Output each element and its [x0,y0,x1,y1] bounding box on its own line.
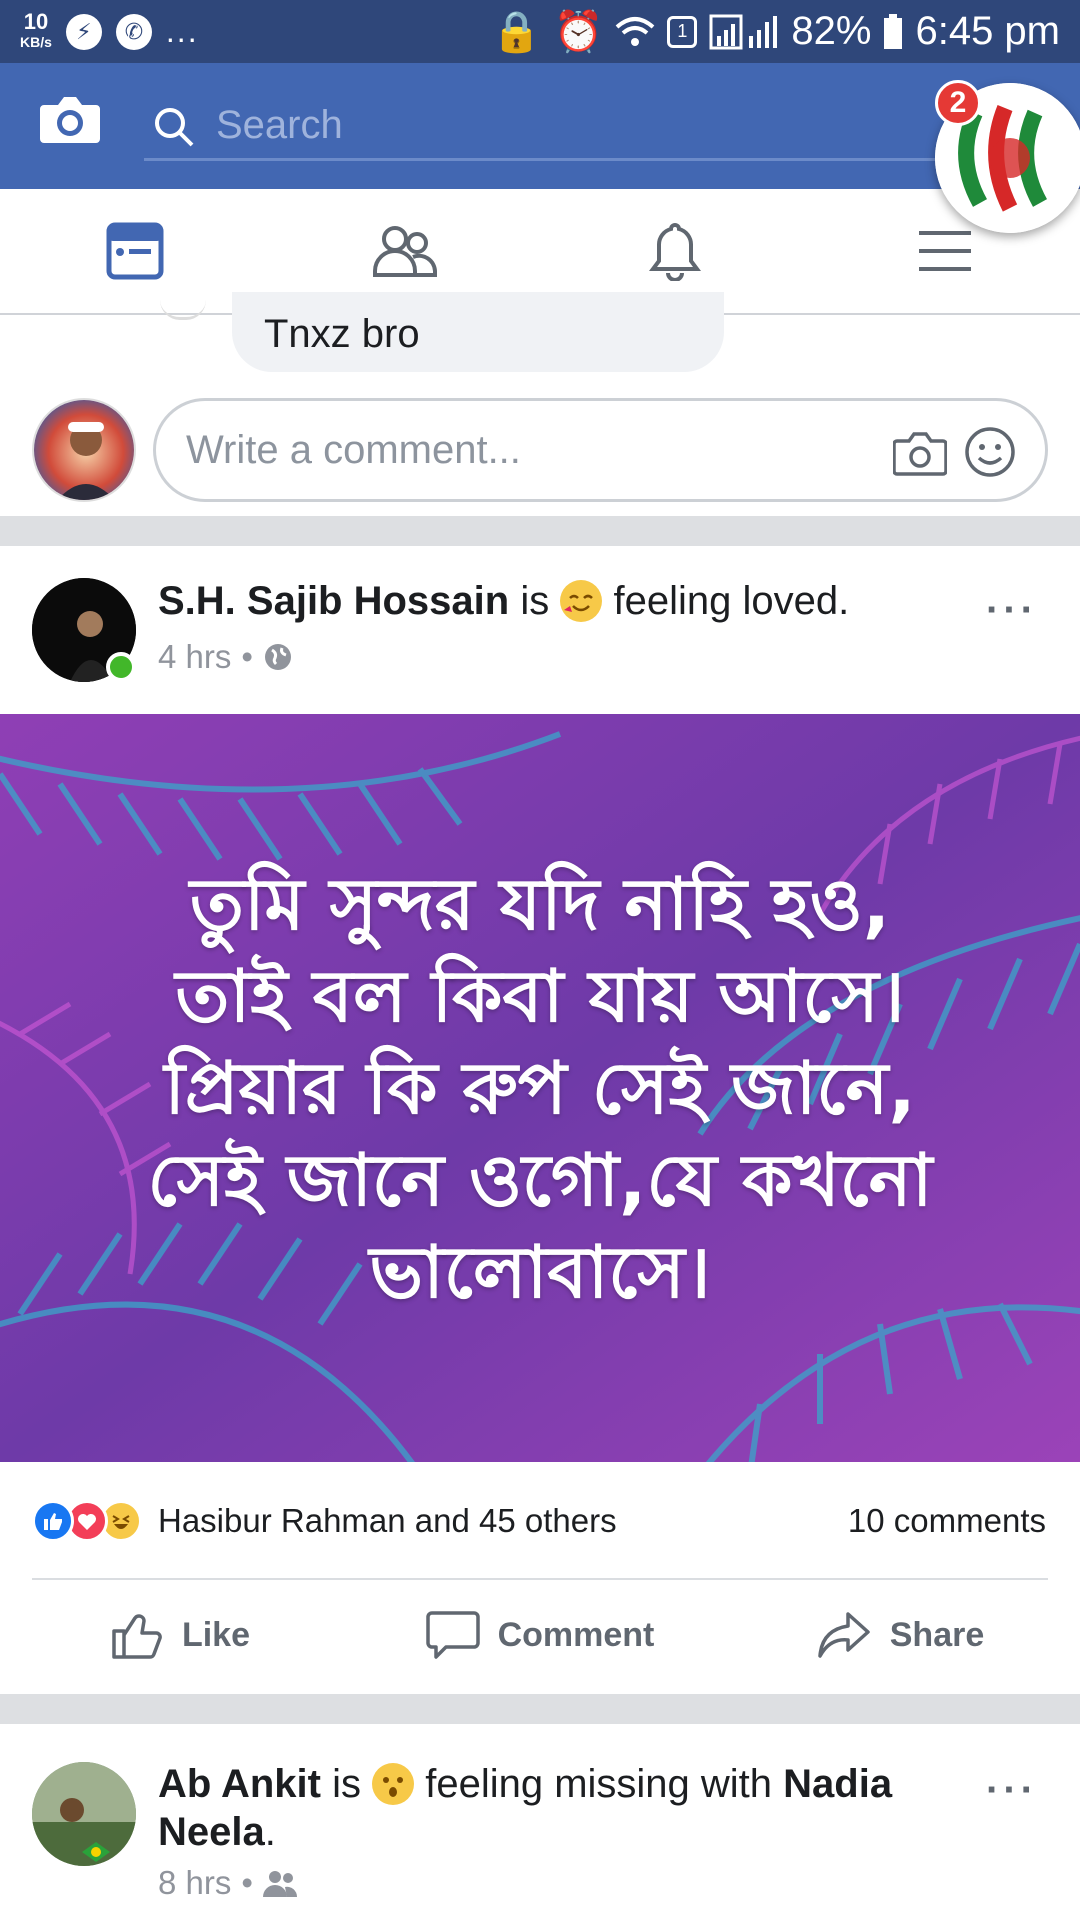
friends-audience-icon [262,1871,297,1897]
feeling-missing-icon [372,1763,415,1805]
post-image[interactable]: তুমি সুন্দর যদি নাহি হও, তাই বল কিবা যায… [0,714,1080,1462]
my-avatar [32,398,136,502]
camera-icon[interactable] [893,429,947,477]
actions-separator [32,1578,1048,1580]
share-icon [818,1612,870,1658]
online-status-dot [106,652,136,682]
clock: 6:45 pm [915,9,1060,53]
post-text-line: সেই জানে ওগো,যে কখনো [147,1138,933,1222]
camera-icon[interactable] [40,93,100,145]
author-avatar[interactable] [32,1762,136,1866]
comments-count-link[interactable]: 10 comments [848,1502,1046,1540]
feeling-text: feeling missing with [425,1762,773,1806]
post-text-line: তাই বল কিবা যায় আসে। [175,954,905,1038]
more-notifications-icon: ... [165,13,199,49]
reply-text: Tnxz bro [264,312,420,356]
reactions-text: Hasibur Rahman and 45 others [158,1502,617,1539]
bell-icon [649,222,701,281]
app-bar: Search [0,63,1080,189]
bluetooth-lock-icon: 🔒 [491,10,542,54]
feeling-loved-icon [560,580,603,622]
notification-badge: 2 [935,80,981,126]
sim-indicator: 1 [667,15,698,48]
tab-news-feed[interactable] [0,189,270,313]
status-bar: 10 KB/s ⚡ ✆ ... 🔒 ⏰ 1 82% 6:45 pm [0,0,1080,63]
section-divider [0,1694,1080,1724]
post-time[interactable]: 8 hrs [158,1864,231,1902]
commenter-avatar-edge [160,300,206,320]
whatsapp-icon: ✆ [115,13,152,50]
comment-input[interactable]: Write a comment... [153,398,1048,502]
post-time[interactable]: 4 hrs [158,638,231,676]
wifi-icon [616,16,655,46]
post-meta: 4 hrs • [158,638,293,676]
reactions-summary[interactable]: Hasibur Rahman and 45 others [32,1500,617,1542]
post-actions: Like Comment Share [0,1590,1080,1680]
comment-icon [425,1611,480,1659]
author-name[interactable]: Ab Ankit [158,1762,321,1806]
search-input[interactable]: Search [144,93,964,161]
messenger-icon: ⚡ [65,13,102,50]
post-text-line: তুমি সুন্দর যদি নাহি হও, [189,862,891,946]
section-divider [0,516,1080,546]
thumbs-up-icon [112,1614,162,1659]
reply-bubble[interactable]: Tnxz bro [232,292,724,372]
emoji-icon[interactable] [963,425,1017,479]
search-placeholder: Search [216,103,343,147]
post-options-button[interactable]: ··· [986,1768,1038,1813]
post-header: S.H. Sajib Hossain is feeling loved. [158,579,850,623]
comment-button[interactable]: Comment [360,1590,720,1680]
post-text-block: তুমি সুন্দর যদি নাহি হও, তাই বল কিবা যায… [0,714,1080,1462]
network-speed: 10 KB/s [20,8,52,50]
post-text-line: ভালোবাসে। [369,1230,711,1314]
post-options-button[interactable]: ··· [986,588,1038,633]
alarm-icon: ⏰ [553,10,604,54]
globe-icon [264,644,291,670]
comment-placeholder: Write a comment... [186,427,521,472]
menu-icon [919,231,971,271]
news-feed-icon [106,222,164,280]
battery-percent: 82% [791,9,872,53]
like-reaction-icon [32,1500,74,1542]
friends-icon [373,226,437,277]
post-text-line: প্রিয়ার কি রুপ সেই জানে, [164,1046,916,1130]
battery-icon [884,13,903,49]
signal-icon [709,14,778,49]
share-button[interactable]: Share [720,1590,1080,1680]
search-icon [155,108,194,147]
author-name[interactable]: S.H. Sajib Hossain [158,579,509,623]
post-meta: 8 hrs • [158,1864,297,1902]
like-button[interactable]: Like [0,1590,360,1680]
post-header: Ab Ankit is feeling missing with Nadia N… [158,1762,893,1854]
feeling-text: feeling loved. [613,579,850,623]
